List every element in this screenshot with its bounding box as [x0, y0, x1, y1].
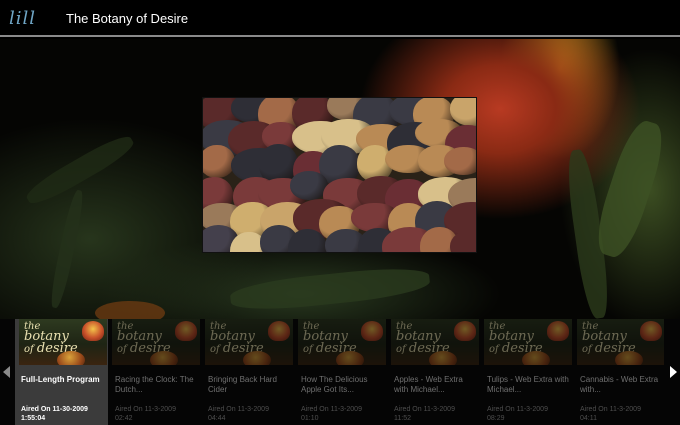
thumb-word-of: of — [303, 344, 313, 355]
next-arrow-button[interactable] — [666, 362, 680, 382]
flower-image — [175, 321, 197, 341]
episode-aired-date: Aired On 11-3-2009 — [487, 406, 548, 413]
flower-image — [547, 321, 569, 341]
apple-image — [615, 351, 643, 365]
episode-title: Apples - Web Extra with Michael... — [394, 375, 463, 394]
thumb-word-of: of — [396, 344, 406, 355]
episode-title: Racing the Clock: The Dutch... — [115, 375, 194, 394]
flower-image — [361, 321, 383, 341]
episode-tile[interactable]: the botany of desire Tulips - Web Extra wit… — [481, 319, 574, 425]
episode-tile[interactable]: the botany of desire Cannabis - Web Extra w… — [574, 319, 664, 425]
chevron-right-icon — [670, 366, 677, 378]
episode-title: Tulips - Web Extra with Michael... — [487, 375, 569, 394]
episode-duration: 11:52 — [394, 415, 411, 422]
flower-image — [454, 321, 476, 341]
episode-aired-date: Aired On 11-3-2009 — [394, 406, 455, 413]
episode-duration: 04:11 — [580, 415, 597, 422]
thumb-word-of: of — [489, 344, 499, 355]
leaf — [589, 116, 671, 262]
episode-duration: 04:44 — [208, 415, 226, 422]
episode-thumbnail: the botany of desire — [577, 319, 664, 365]
apple-image — [522, 351, 550, 365]
episode-aired-date: Aired On 11-30-2009 — [21, 406, 88, 413]
episode-duration: 1:55:04 — [21, 415, 46, 422]
episode-aired-date: Aired On 11-3-2009 — [208, 406, 269, 413]
episode-duration: 01:10 — [301, 415, 319, 422]
episode-duration: 08:29 — [487, 415, 505, 422]
flower-image — [82, 321, 104, 341]
episode-thumbnail: the botany of desire — [298, 319, 386, 365]
chevron-left-icon — [3, 366, 10, 378]
apple-image — [57, 351, 85, 365]
video-player[interactable] — [203, 98, 476, 252]
episode-duration: 02:42 — [115, 415, 133, 422]
top-bar: lill The Botany of Desire — [0, 0, 680, 37]
episode-tile[interactable]: the botany of desire How The Delicious Appl… — [295, 319, 388, 425]
potato-shape — [443, 147, 476, 176]
thumb-word-of: of — [117, 344, 127, 355]
thumb-word-of: of — [24, 344, 34, 355]
episode-title: Cannabis - Web Extra with... — [580, 375, 659, 394]
episode-tile[interactable]: the botany of desire Full-Length Program Air… — [15, 319, 108, 425]
episode-title: Bringing Back Hard Cider — [208, 375, 277, 394]
episode-thumbnail: the botany of desire — [484, 319, 572, 365]
apple-image — [243, 351, 271, 365]
apple-shape — [95, 301, 165, 319]
thumb-word-of: of — [582, 344, 592, 355]
prev-arrow-button[interactable] — [0, 362, 14, 382]
site-logo[interactable]: lill — [9, 8, 36, 29]
episode-aired-date: Aired On 11-3-2009 — [115, 406, 176, 413]
episode-tile[interactable]: the botany of desire Apples - Web Extra wit… — [388, 319, 481, 425]
episode-aired-date: Aired On 11-3-2009 — [580, 406, 641, 413]
episode-tile[interactable]: the botany of desire Bringing Back Hard Cid… — [202, 319, 295, 425]
episode-thumbnail: the botany of desire — [391, 319, 479, 365]
apple-image — [150, 351, 178, 365]
episode-list: the botany of desire Full-Length Program Air… — [14, 319, 664, 425]
episode-thumbnail: the botany of desire — [112, 319, 200, 365]
flower-image — [640, 321, 662, 341]
episode-tile[interactable]: the botany of desire Racing the Clock: The … — [109, 319, 202, 425]
apple-image — [429, 351, 457, 365]
page-title: The Botany of Desire — [66, 11, 189, 26]
apple-image — [336, 351, 364, 365]
episode-title: Full-Length Program — [21, 375, 100, 384]
flower-image — [268, 321, 290, 341]
leaf — [47, 188, 87, 310]
episode-thumbnail: the botany of desire — [205, 319, 293, 365]
thumb-word-of: of — [210, 344, 220, 355]
leaf — [228, 263, 432, 315]
potato-shape — [203, 144, 235, 179]
episode-title: How The Delicious Apple Got Its... — [301, 375, 368, 394]
episode-aired-date: Aired On 11-3-2009 — [301, 406, 362, 413]
episode-thumbnail: the botany of desire — [19, 319, 107, 365]
